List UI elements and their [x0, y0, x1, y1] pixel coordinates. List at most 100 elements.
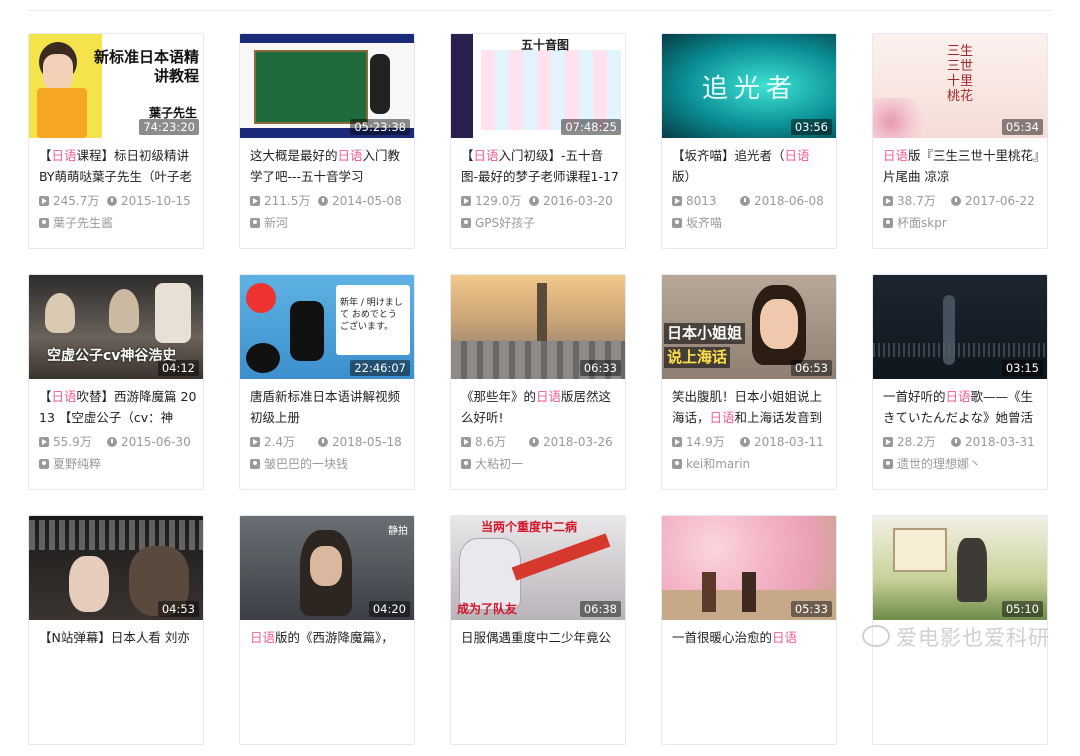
video-card[interactable]: 三生三世十里桃花 05:34 日语版『三生三世十里桃花』片尾曲 凉凉 38.7万…	[872, 33, 1048, 249]
video-author[interactable]: 大粘初一	[451, 451, 625, 473]
upload-date: 2018-03-31	[965, 435, 1035, 449]
video-thumbnail[interactable]: 新年 / 明けまして おめでとう ございます。 22:46:07	[240, 275, 414, 379]
video-thumbnail[interactable]: 新标准日本语精讲教程 葉子先生 74:23:20	[29, 34, 203, 138]
thumbnail-title: 追光者	[702, 74, 799, 104]
title-keyword-highlight: 日语	[784, 148, 810, 163]
video-author[interactable]: 葉子先生酱	[29, 210, 203, 232]
video-card[interactable]: 04:53 【N站弹幕】日本人看 刘亦	[28, 515, 204, 745]
upload-date: 2015-10-15	[121, 194, 191, 208]
video-title[interactable]: 日语版『三生三世十里桃花』片尾曲 凉凉	[873, 138, 1047, 187]
video-card[interactable]: 空虚公子cv神谷浩史 04:12 【日语吹替】西游降魔篇 2013 【空虚公子（…	[28, 274, 204, 490]
video-title[interactable]: 【日语吹替】西游降魔篇 2013 【空虚公子（cv：神	[29, 379, 203, 428]
video-title[interactable]: 【N站弹幕】日本人看 刘亦	[29, 620, 203, 669]
view-count: 55.9万	[53, 435, 92, 449]
duration-badge: 07:48:25	[561, 119, 621, 135]
duration-badge: 22:46:07	[350, 360, 410, 376]
title-keyword-highlight: 日语	[709, 410, 735, 425]
video-thumbnail[interactable]: 静拍 04:20	[240, 516, 414, 620]
play-count-icon	[883, 196, 893, 206]
video-meta: 38.7万 2017-06-22	[873, 187, 1047, 210]
video-thumbnail[interactable]: 05:10	[873, 516, 1047, 620]
video-author[interactable]: 坂齐喵	[662, 210, 836, 232]
video-card[interactable]: 新年 / 明けまして おめでとう ございます。 22:46:07 唐盾新标准日本…	[239, 274, 415, 490]
video-card[interactable]: 新标准日本语精讲教程 葉子先生 74:23:20 【日语课程】标日初级精讲BY萌…	[28, 33, 204, 249]
uploader-name: 遗世的理想娜丶	[897, 457, 982, 471]
title-text: 和上海话发音到	[734, 410, 823, 425]
clock-icon	[318, 196, 328, 206]
title-keyword-highlight: 日语	[945, 389, 971, 404]
video-card[interactable]: 05:23:38 这大概是最好的日语入门教学了吧---五十音学习 211.5万 2…	[239, 33, 415, 249]
watermark-text: 爱电影也爱科研	[896, 626, 1050, 650]
upload-date: 2015-06-30	[121, 435, 191, 449]
video-card[interactable]: 05:33 一首很暖心治愈的日语	[661, 515, 837, 745]
duration-badge: 05:34	[1001, 119, 1043, 135]
video-title[interactable]: 【日语入门初级】-五十音图-最好的梦子老师课程1-17	[451, 138, 625, 187]
video-card[interactable]: 追光者 03:56 【坂齐喵】追光者（日语版） 8013 2018-06-08 坂…	[661, 33, 837, 249]
video-card[interactable]: 日本小姐姐 说上海话 06:53 笑出腹肌！日本小姐姐说上海话，日语和上海话发音…	[661, 274, 837, 490]
video-title[interactable]: 笑出腹肌！日本小姐姐说上海话，日语和上海话发音到	[662, 379, 836, 428]
video-title[interactable]: 一首很暖心治愈的日语	[662, 620, 836, 669]
view-count: 245.7万	[53, 194, 100, 208]
video-author[interactable]: 皱巴巴的一块钱	[240, 451, 414, 473]
video-title[interactable]: 日语版的《西游降魔篇》，	[240, 620, 414, 669]
thumbnail-subtitle: 新年 / 明けまして おめでとう ございます。	[340, 298, 403, 332]
video-thumbnail[interactable]: 05:23:38	[240, 34, 414, 138]
uploader-name: 新河	[264, 216, 289, 230]
video-author[interactable]: 杯面skpr	[873, 210, 1047, 232]
title-text: 《那些年》的	[461, 389, 537, 404]
uploader-name: 葉子先生酱	[53, 216, 114, 230]
video-title[interactable]: 日服偶遇重度中二少年竟公	[451, 620, 625, 669]
video-meta: 28.2万 2018-03-31	[873, 428, 1047, 451]
video-card[interactable]: 五十音图 07:48:25 【日语入门初级】-五十音图-最好的梦子老师课程1-1…	[450, 33, 626, 249]
video-thumbnail[interactable]: 当两个重度中二病 成为了队友 06:38	[451, 516, 625, 620]
video-author[interactable]: kei和marin	[662, 451, 836, 473]
video-thumbnail[interactable]: 日本小姐姐 说上海话 06:53	[662, 275, 836, 379]
title-keyword-highlight: 日语	[337, 148, 363, 163]
duration-badge: 05:33	[790, 601, 832, 617]
uploader-name: 大粘初一	[475, 457, 524, 471]
video-meta: 245.7万 2015-10-15	[29, 187, 203, 210]
video-card[interactable]: 当两个重度中二病 成为了队友 06:38 日服偶遇重度中二少年竟公	[450, 515, 626, 745]
title-text: 唐盾新标准日本语讲解视频初级上册	[250, 389, 401, 425]
title-text: 【	[461, 148, 474, 163]
video-title[interactable]: 《那些年》的日语版居然这么好听!	[451, 379, 625, 428]
video-card[interactable]: 静拍 04:20 日语版的《西游降魔篇》，	[239, 515, 415, 745]
video-author[interactable]: 新河	[240, 210, 414, 232]
clock-icon	[318, 437, 328, 447]
title-text: 一首很暖心治愈的	[672, 630, 773, 645]
duration-badge: 05:10	[1001, 601, 1043, 617]
uploader-icon	[39, 459, 49, 469]
video-thumbnail[interactable]: 05:33	[662, 516, 836, 620]
video-card[interactable]: 06:33 《那些年》的日语版居然这么好听! 8.6万 2018-03-26 大粘…	[450, 274, 626, 490]
video-thumbnail[interactable]: 追光者 03:56	[662, 34, 836, 138]
uploader-icon	[883, 459, 893, 469]
title-text: 版）	[672, 169, 698, 184]
video-title[interactable]: 唐盾新标准日本语讲解视频初级上册	[240, 379, 414, 428]
thumbnail-subtitle: 说上海话	[664, 347, 731, 368]
uploader-name: 皱巴巴的一块钱	[264, 457, 349, 471]
uploader-name: kei和marin	[686, 457, 751, 471]
video-title[interactable]: 这大概是最好的日语入门教学了吧---五十音学习	[240, 138, 414, 187]
title-text: 这大概是最好的	[250, 148, 338, 163]
thumbnail-subtitle: 成为了队友	[457, 602, 518, 616]
clock-icon	[951, 437, 961, 447]
video-thumbnail[interactable]: 五十音图 07:48:25	[451, 34, 625, 138]
duration-badge: 74:23:20	[139, 119, 199, 135]
video-thumbnail[interactable]: 06:33	[451, 275, 625, 379]
video-author[interactable]: 夏野纯粹	[29, 451, 203, 473]
video-thumbnail[interactable]: 空虚公子cv神谷浩史 04:12	[29, 275, 203, 379]
video-thumbnail[interactable]: 04:53	[29, 516, 203, 620]
video-thumbnail[interactable]: 三生三世十里桃花 05:34	[873, 34, 1047, 138]
video-thumbnail[interactable]: 03:15	[873, 275, 1047, 379]
uploader-icon	[461, 218, 471, 228]
uploader-name: 杯面skpr	[897, 216, 947, 230]
clock-icon	[740, 196, 750, 206]
video-title[interactable]: 【日语课程】标日初级精讲BY萌萌哒葉子先生（叶子老	[29, 138, 203, 187]
video-title[interactable]: 【坂齐喵】追光者（日语版）	[662, 138, 836, 187]
video-author[interactable]: 遗世的理想娜丶	[873, 451, 1047, 473]
video-card[interactable]: 03:15 一首好听的日语歌——《生きていたんだよな》她曾活 28.2万 2018…	[872, 274, 1048, 490]
wechat-icon	[862, 625, 890, 647]
video-author[interactable]: GPS好孩子	[451, 210, 625, 232]
uploader-icon	[39, 218, 49, 228]
video-title[interactable]: 一首好听的日语歌——《生きていたんだよな》她曾活	[873, 379, 1047, 428]
